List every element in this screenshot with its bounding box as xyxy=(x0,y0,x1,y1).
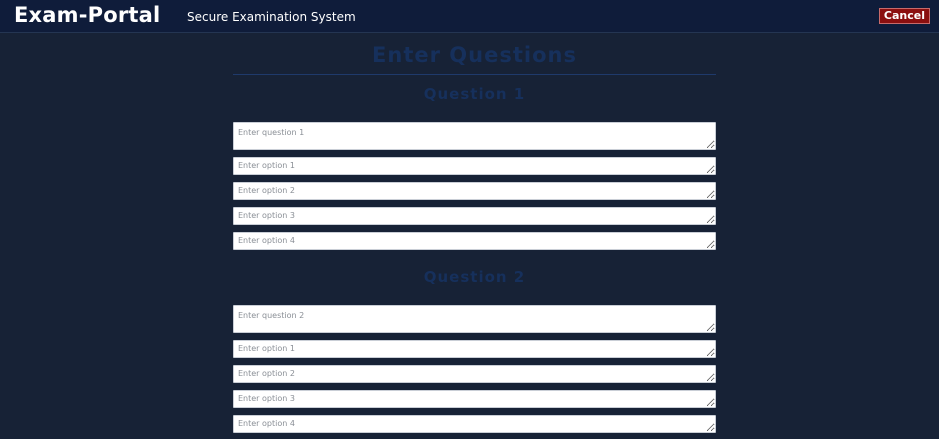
question-2-option-1-input[interactable] xyxy=(233,340,716,358)
question-1-input[interactable] xyxy=(233,122,716,150)
question-block-1: Question 1 xyxy=(233,84,716,250)
question-entry-form: Enter Questions Question 1 Question 2 xyxy=(233,32,716,433)
question-1-option-2-input[interactable] xyxy=(233,182,716,200)
question-block-2: Question 2 xyxy=(233,267,716,433)
question-2-option-3-input[interactable] xyxy=(233,390,716,408)
question-2-option-2-input[interactable] xyxy=(233,365,716,383)
question-1-option-1-input[interactable] xyxy=(233,157,716,175)
question-heading: Question 1 xyxy=(423,85,526,103)
cancel-button[interactable]: Cancel xyxy=(878,8,930,24)
app-subtitle: Secure Examination System xyxy=(187,10,356,24)
question-1-option-4-input[interactable] xyxy=(233,232,716,250)
top-navbar: Exam-Portal Secure Examination System Ca… xyxy=(0,0,939,33)
page-title: Enter Questions xyxy=(372,43,577,67)
question-1-option-3-input[interactable] xyxy=(233,207,716,225)
question-2-option-4-input[interactable] xyxy=(233,415,716,433)
title-divider xyxy=(233,74,716,75)
question-2-input[interactable] xyxy=(233,305,716,333)
question-heading: Question 2 xyxy=(423,268,526,286)
brand-logo-text: Exam-Portal xyxy=(14,3,161,27)
